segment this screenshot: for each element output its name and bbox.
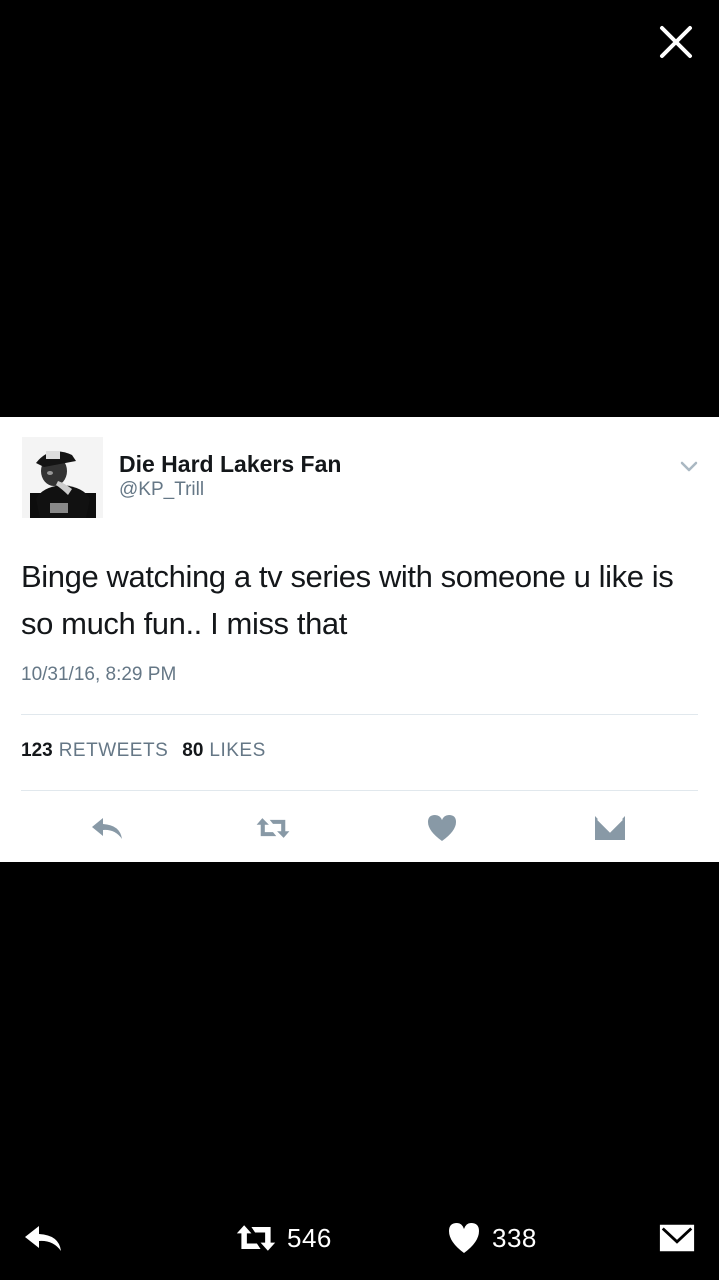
reply-icon [25, 1226, 61, 1251]
chevron-down-icon [680, 461, 698, 472]
heart-icon [449, 1223, 479, 1253]
close-icon [660, 26, 692, 58]
retweet-button[interactable] [253, 810, 293, 846]
likes-label[interactable]: LIKES [209, 740, 265, 762]
user-handle[interactable]: @KP_Trill [119, 479, 204, 501]
retweet-count: 546 [287, 1222, 332, 1253]
retweet-icon [256, 818, 290, 838]
bottom-like-button[interactable]: 338 [446, 1210, 537, 1266]
retweets-label[interactable]: RETWEETS [59, 740, 169, 762]
divider [21, 714, 698, 715]
display-name[interactable]: Die Hard Lakers Fan [119, 451, 341, 478]
like-count: 338 [492, 1222, 537, 1253]
retweet-icon [236, 1225, 276, 1251]
bottom-reply-button[interactable] [22, 1210, 64, 1266]
tweet-stats: 123 RETWEETS 80 LIKES [21, 740, 280, 762]
tweet-timestamp: 10/31/16, 8:29 PM [21, 664, 177, 685]
bottom-action-bar: 546 338 [0, 1210, 719, 1266]
reply-icon [92, 818, 122, 839]
media-viewer: Die Hard Lakers Fan @KP_Trill Binge watc… [0, 0, 719, 1280]
divider [21, 790, 698, 791]
close-button[interactable] [652, 18, 700, 66]
message-button[interactable] [590, 810, 630, 846]
bottom-message-button[interactable] [658, 1210, 696, 1266]
reply-button[interactable] [87, 810, 127, 846]
retweets-count[interactable]: 123 [21, 740, 53, 762]
bottom-retweet-button[interactable]: 546 [235, 1210, 332, 1266]
heart-icon [428, 815, 456, 841]
message-icon [595, 816, 625, 840]
avatar[interactable] [22, 437, 103, 518]
tweet-menu-button[interactable] [676, 453, 702, 479]
likes-count[interactable]: 80 [182, 740, 203, 762]
tweet-card: Die Hard Lakers Fan @KP_Trill Binge watc… [0, 417, 719, 862]
tweet-text: Binge watching a tv series with someone … [21, 559, 674, 641]
like-button[interactable] [422, 810, 462, 846]
message-icon [659, 1224, 695, 1252]
